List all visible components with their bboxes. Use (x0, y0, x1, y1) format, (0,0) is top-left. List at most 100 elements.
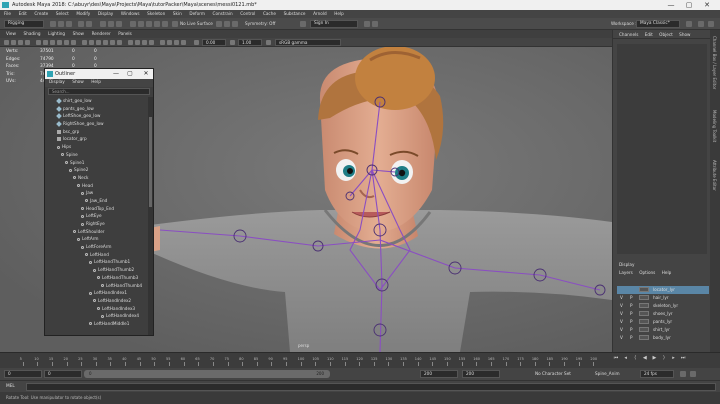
outliner-item[interactable]: Hips (45, 143, 147, 151)
help-menu[interactable]: Help (662, 270, 672, 275)
bookmark-icon[interactable] (18, 40, 23, 45)
layer-row[interactable]: V Pshirt_lyr (617, 326, 709, 334)
outliner-item[interactable]: LeftHand (45, 251, 147, 259)
layer-row[interactable]: locator_lyr (617, 286, 709, 294)
maximize-button[interactable]: ▢ (125, 69, 135, 79)
redo-icon[interactable] (86, 21, 92, 27)
step-back-key-icon[interactable]: ⟨ (632, 355, 638, 361)
layer-row[interactable]: V Pbody_lyr (617, 334, 709, 342)
playback-start-field[interactable]: 0 (44, 370, 82, 378)
channels-menu[interactable]: Channels (619, 32, 638, 37)
vp-menu-lighting[interactable]: Lighting (48, 31, 65, 36)
view-transform-dropdown[interactable]: sRGB gamma (275, 39, 341, 46)
layer-row[interactable]: V Pshoes_lyr (617, 310, 709, 318)
workspace-dropdown[interactable]: Maya Classic* (636, 20, 680, 28)
menu-help[interactable]: Help (334, 11, 344, 16)
outliner-item[interactable]: LeftHandThumb1 (45, 258, 147, 266)
end-time-field[interactable]: 200 (462, 370, 500, 378)
menu-select[interactable]: Select (56, 11, 69, 16)
options-menu[interactable]: Options (639, 270, 655, 275)
outliner-item[interactable]: Spine1 (45, 159, 147, 167)
snap-point-icon[interactable] (146, 21, 152, 27)
toggle-panel-icon[interactable] (698, 21, 704, 27)
wireframe-on-shaded-icon[interactable] (96, 40, 101, 45)
time-slider[interactable]: 5 10 15 20 25 30 35 40 45 50 55 60 65 70 75 80 85 90 95 100… (0, 352, 720, 368)
mel-label[interactable]: MEL (6, 384, 15, 389)
layer-visibility-toggle[interactable]: V (620, 310, 623, 318)
layer-color-swatch[interactable] (639, 311, 649, 316)
new-scene-icon[interactable] (50, 21, 56, 27)
outliner-item[interactable]: LeftShoe_geo_low (45, 112, 147, 120)
vp-menu-renderer[interactable]: Renderer (92, 31, 111, 36)
live-surface-icon[interactable] (172, 21, 178, 27)
outliner-search-input[interactable]: Search... (48, 88, 150, 95)
outliner-item[interactable]: shirt_geo_low (45, 97, 147, 105)
layers-menu[interactable]: Layers (619, 270, 633, 275)
gamma-icon[interactable] (230, 40, 235, 45)
motion-blur-icon[interactable] (135, 40, 140, 45)
select-hierarchy-icon[interactable] (100, 21, 106, 27)
outliner-item[interactable]: LeftHandIndex1 (45, 289, 147, 297)
menu-skeleton[interactable]: Skeleton (147, 11, 165, 16)
minimize-button[interactable]: — (664, 0, 678, 10)
menu-control[interactable]: Control (240, 11, 255, 16)
outliner-item[interactable]: LeftHandThumb2 (45, 266, 147, 274)
layer-playback-toggle[interactable]: P (630, 302, 633, 310)
select-component-icon[interactable] (116, 21, 122, 27)
menu-constrain[interactable]: Constrain (213, 11, 233, 16)
menuset-dropdown[interactable]: Rigging (4, 20, 44, 28)
layer-color-swatch[interactable] (639, 335, 649, 340)
close-button[interactable]: ✕ (141, 69, 151, 79)
xray-joints-icon[interactable] (174, 40, 179, 45)
color-management-icon[interactable] (266, 40, 271, 45)
outliner-menu-help[interactable]: Help (91, 80, 101, 85)
snap-view-icon[interactable] (154, 21, 160, 27)
outliner-item[interactable]: LeftForeArm (45, 243, 147, 251)
menu-arnold[interactable]: Arnold (313, 11, 327, 16)
depth-of-field-icon[interactable] (149, 40, 154, 45)
outliner-item[interactable]: LeftShoulder (45, 228, 147, 236)
layer-playback-toggle[interactable]: P (630, 334, 633, 342)
ambient-occlusion-icon[interactable] (128, 40, 133, 45)
outliner-item[interactable]: LeftHandThumb3 (45, 274, 147, 282)
fps-dropdown[interactable]: 24 fps (640, 370, 674, 378)
snap-curve-icon[interactable] (138, 21, 144, 27)
outliner-item[interactable]: RightShoe_geo_low (45, 120, 147, 128)
play-forward-icon[interactable]: ▶ (651, 355, 657, 361)
smooth-shade-icon[interactable] (89, 40, 94, 45)
outliner-item[interactable]: RightEye (45, 220, 147, 228)
animation-preferences-icon[interactable] (690, 371, 696, 377)
render-settings-icon[interactable] (232, 21, 238, 27)
close-button[interactable]: ✕ (700, 0, 714, 10)
vp-menu-show[interactable]: Show (73, 31, 84, 36)
toggle-panel-icon[interactable] (708, 21, 714, 27)
layer-visibility-toggle[interactable]: V (620, 326, 623, 334)
outliner-item[interactable]: Jaw (45, 189, 147, 197)
outliner-item[interactable]: pants_geo_low (45, 105, 147, 113)
outliner-menu-display[interactable]: Display (49, 80, 65, 85)
symmetry-label[interactable]: Symmetry: Off (245, 21, 275, 26)
vp-menu-shading[interactable]: Shading (24, 31, 41, 36)
playback-end-field[interactable]: 200 (420, 370, 458, 378)
outliner-item[interactable]: LeftHandMiddle1 (45, 320, 147, 328)
menu-file[interactable]: File (4, 11, 11, 16)
outliner-item[interactable]: LeftHandIndex4 (45, 312, 147, 320)
scrollbar-thumb[interactable] (149, 117, 152, 207)
undo-icon[interactable] (78, 21, 84, 27)
outliner-item[interactable]: bsc_grp (45, 128, 147, 136)
character-set-label[interactable]: No Character Set (535, 371, 571, 376)
mel-command-input[interactable] (26, 383, 716, 391)
auto-key-icon[interactable] (680, 371, 686, 377)
outliner-item[interactable]: LeftArm (45, 235, 147, 243)
resolution-gate-icon[interactable] (50, 40, 55, 45)
toggle-panel-icon[interactable] (372, 21, 378, 27)
layer-visibility-toggle[interactable]: V (620, 294, 623, 302)
layer-playback-toggle[interactable]: P (630, 318, 633, 326)
outliner-item[interactable]: LeftHandThumb4 (45, 282, 147, 290)
display-layers-tab[interactable]: Display (613, 261, 711, 269)
select-object-icon[interactable] (108, 21, 114, 27)
outliner-item[interactable]: locator_grp (45, 135, 147, 143)
channel-box-area[interactable] (617, 44, 707, 254)
layer-row[interactable]: V Phair_lyr (617, 294, 709, 302)
menu-cache[interactable]: Cache (263, 11, 276, 16)
